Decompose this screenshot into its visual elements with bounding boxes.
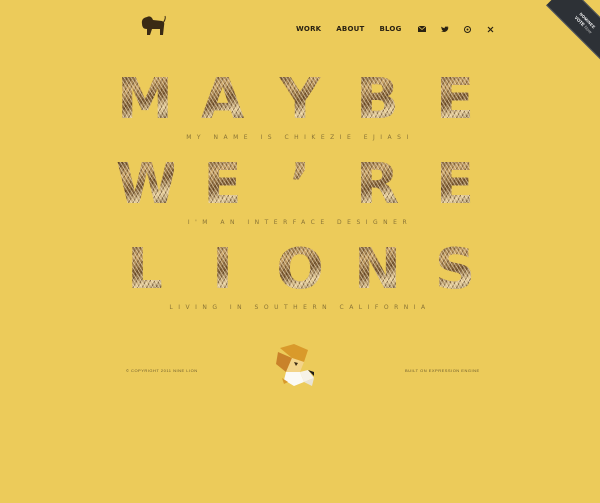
tagline-location: LIVING IN SOUTHERN CALIFORNIA (169, 304, 431, 311)
twitter-icon[interactable] (440, 24, 450, 34)
hero-line-1: M A Y B E (0, 72, 600, 128)
mail-icon[interactable] (417, 24, 427, 34)
lion-logo-icon (141, 15, 166, 35)
hero-letter: E (426, 157, 484, 213)
hero-letter: I (193, 242, 252, 298)
copyright-text: © COPYRIGHT 2011 NINE LION (126, 368, 198, 373)
hero-letter: N (348, 242, 407, 298)
hero-letter: A (193, 72, 252, 128)
nav-work-link[interactable]: WORK (296, 25, 321, 33)
hero-letter: Y (271, 72, 329, 128)
tagline-name: MY NAME IS CHIKEZIE EJIASI (186, 134, 414, 141)
hero-letter: E (193, 157, 252, 213)
hero-letter: S (426, 242, 484, 298)
lion-face-icon (276, 344, 314, 386)
nav-blog-link[interactable]: BLOG (379, 25, 401, 33)
tagline-role: I'M AN INTERFACE DESIGNER (187, 219, 413, 226)
hero-line-3: L I O N S (0, 242, 600, 298)
hero-letter: O (271, 242, 329, 298)
lion-face-illustration (274, 342, 318, 388)
hero-letter: R (348, 157, 407, 213)
hero-letter: ’ (271, 157, 329, 213)
nominee-ribbon[interactable]: NOMINEE VOTE Now (546, 0, 600, 62)
hero-line-2: W E ’ R E (0, 157, 600, 213)
hero-letter: B (348, 72, 407, 128)
main-nav: WORK ABOUT BLOG (296, 24, 509, 34)
lion-logo[interactable] (138, 15, 166, 39)
hero-letter: M (116, 67, 174, 132)
close-icon[interactable] (486, 24, 496, 34)
dribbble-icon[interactable] (463, 24, 473, 34)
hero-letter: E (426, 72, 484, 128)
nav-about-link[interactable]: ABOUT (336, 25, 364, 33)
hero-letter: L (116, 242, 174, 298)
hero-letter: W (116, 152, 178, 217)
built-on-text[interactable]: BUILT ON EXPRESSION ENGINE (405, 368, 480, 373)
